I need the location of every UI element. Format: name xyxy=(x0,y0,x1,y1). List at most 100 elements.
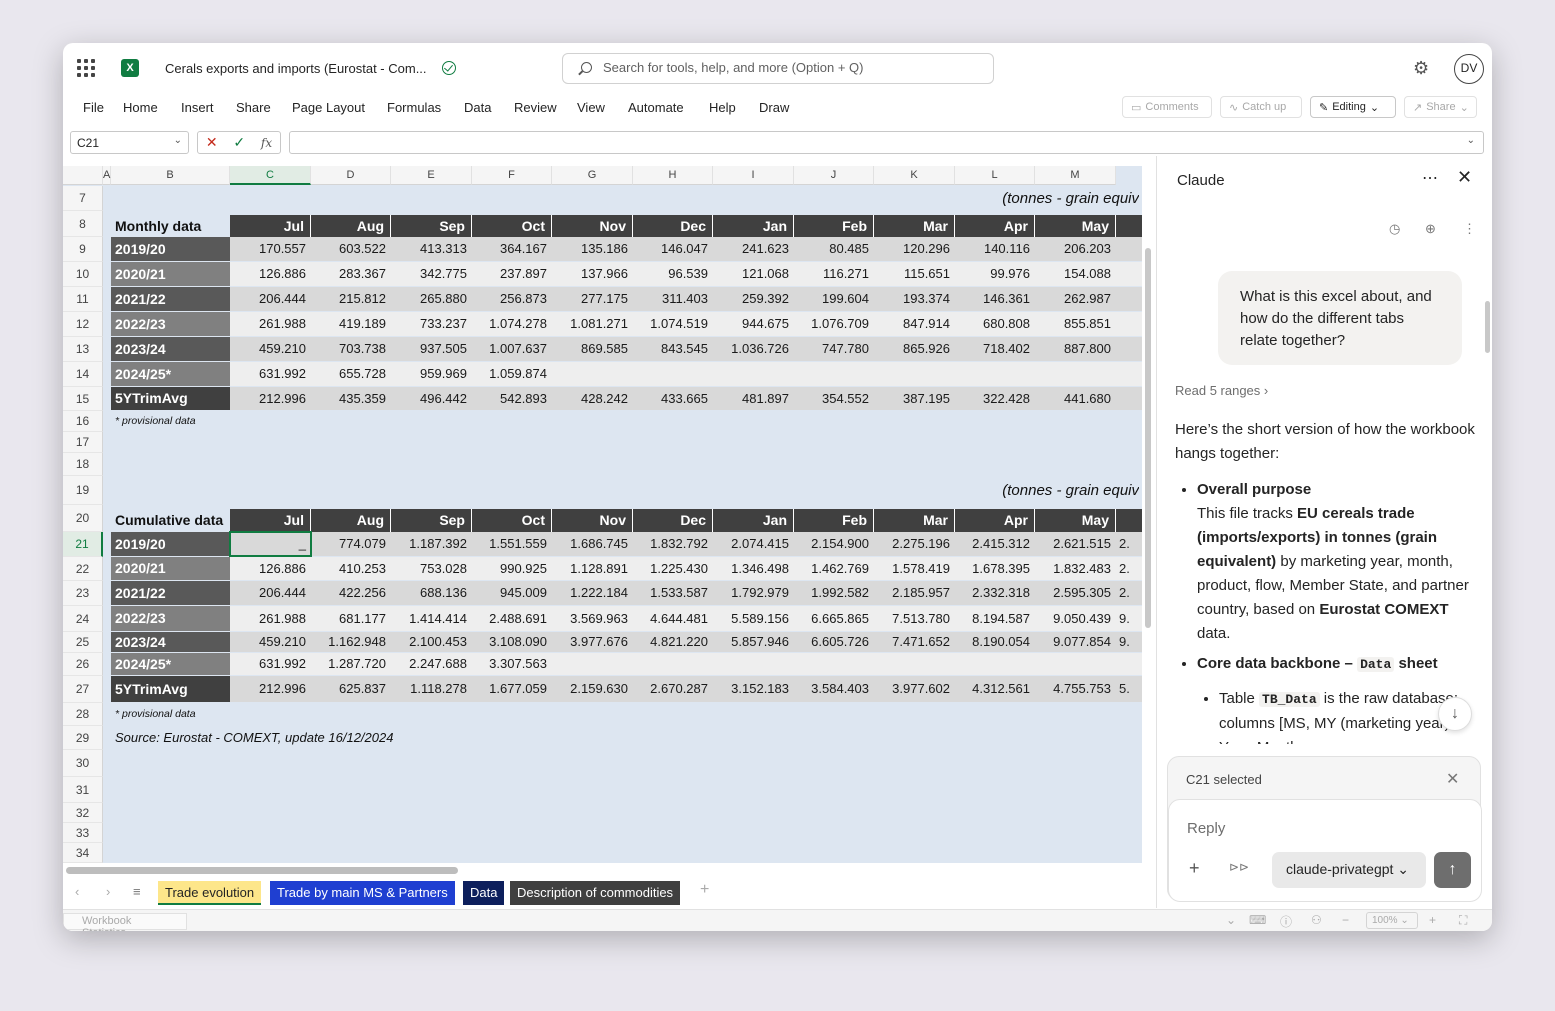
data-cell[interactable]: 1.076.709 xyxy=(794,312,874,336)
row-label[interactable]: 2023/24 xyxy=(111,632,230,652)
menu-page-layout[interactable]: Page Layout xyxy=(292,100,365,115)
row-header-34[interactable]: 34 xyxy=(63,843,103,863)
data-cell[interactable]: 2.488.691 xyxy=(472,606,552,631)
data-cell[interactable]: 428.242 xyxy=(552,387,633,410)
data-cell[interactable]: 126.886 xyxy=(230,262,311,286)
data-cell[interactable]: 241.623 xyxy=(713,237,794,261)
data-cell[interactable]: 3.307.563 xyxy=(472,653,552,675)
cancel-icon[interactable]: ✕ xyxy=(206,134,218,151)
row-header-12[interactable]: 12 xyxy=(63,312,103,337)
data-cell[interactable]: 2.415.312 xyxy=(955,532,1035,556)
data-cell[interactable]: 1.551.559 xyxy=(472,532,552,556)
function-icon[interactable]: fx xyxy=(261,136,272,150)
row-header-14[interactable]: 14 xyxy=(63,362,103,387)
tab-trade-evolution[interactable]: Trade evolution xyxy=(158,881,262,905)
row-label[interactable]: 2020/21 xyxy=(111,262,230,286)
row-header-16[interactable]: 16 xyxy=(63,411,103,432)
data-cell[interactable]: 1.346.498 xyxy=(713,557,794,580)
data-cell[interactable]: 206.444 xyxy=(230,287,311,311)
data-cell[interactable]: 887.800 xyxy=(1035,337,1116,361)
menu-view[interactable]: View xyxy=(577,100,605,115)
data-cell[interactable]: 1.128.891 xyxy=(552,557,633,580)
data-cell[interactable]: 865.926 xyxy=(874,337,955,361)
data-cell[interactable]: 277.175 xyxy=(552,287,633,311)
data-cell[interactable]: 2.247.688 xyxy=(391,653,472,675)
data-cell[interactable]: 6.605.726 xyxy=(794,632,874,652)
all-sheets-icon[interactable]: ≡ xyxy=(133,884,141,899)
workbook-statistics[interactable]: Workbook Statistics xyxy=(63,913,187,931)
row-header-10[interactable]: 10 xyxy=(63,262,103,287)
row-header-30[interactable]: 30 xyxy=(63,750,103,777)
data-cell[interactable]: 154.088 xyxy=(1035,262,1116,286)
data-cell[interactable]: 1.074.278 xyxy=(472,312,552,336)
row-header-32[interactable]: 32 xyxy=(63,803,103,823)
editing-mode-button[interactable]: ✎ Editing ⌄ xyxy=(1310,96,1396,118)
data-cell[interactable]: 718.402 xyxy=(955,337,1035,361)
menu-home[interactable]: Home xyxy=(123,100,158,115)
data-cell[interactable]: 419.189 xyxy=(311,312,391,336)
row-header-17[interactable]: 17 xyxy=(63,432,103,453)
data-cell[interactable]: 146.047 xyxy=(633,237,713,261)
data-cell[interactable]: 1.578.419 xyxy=(874,557,955,580)
plus-icon[interactable]: + xyxy=(1189,858,1200,879)
data-cell[interactable]: 212.996 xyxy=(230,387,311,410)
data-cell[interactable]: 4.644.481 xyxy=(633,606,713,631)
close-icon[interactable]: ✕ xyxy=(1446,769,1459,789)
data-cell[interactable] xyxy=(794,653,874,675)
data-cell[interactable]: 847.914 xyxy=(874,312,955,336)
data-cell[interactable] xyxy=(874,653,955,675)
data-cell[interactable]: 1.832.792 xyxy=(633,532,713,556)
data-cell[interactable]: 3.569.963 xyxy=(552,606,633,631)
column-header-h[interactable]: H xyxy=(633,166,713,185)
data-cell[interactable]: 1.036.726 xyxy=(713,337,794,361)
data-cell[interactable]: 753.028 xyxy=(391,557,472,580)
row-header-23[interactable]: 23 xyxy=(63,581,103,606)
data-cell[interactable]: 4.755.753 xyxy=(1035,676,1116,702)
row-label[interactable]: 2022/23 xyxy=(111,606,230,631)
data-cell[interactable] xyxy=(1035,653,1116,675)
data-cell[interactable]: 1.992.582 xyxy=(794,581,874,605)
data-cell[interactable]: 1.118.278 xyxy=(391,676,472,702)
chevron-right-icon[interactable]: › xyxy=(106,884,110,899)
data-cell[interactable]: 261.988 xyxy=(230,312,311,336)
data-cell[interactable]: 496.442 xyxy=(391,387,472,410)
more-options-icon[interactable]: ⋯ xyxy=(1422,168,1439,188)
row-header-11[interactable]: 11 xyxy=(63,287,103,312)
data-cell[interactable]: 6.665.865 xyxy=(794,606,874,631)
help-icon[interactable]: ⓘ xyxy=(1280,913,1292,930)
name-box[interactable]: C21 ⌄ xyxy=(70,131,189,154)
read-ranges-link[interactable]: Read 5 ranges › xyxy=(1175,383,1268,398)
data-cell[interactable]: 1.162.948 xyxy=(311,632,391,652)
data-cell[interactable]: 459.210 xyxy=(230,337,311,361)
row-label[interactable]: 2022/23 xyxy=(111,312,230,336)
data-cell[interactable]: 688.136 xyxy=(391,581,472,605)
data-cell[interactable]: 2.154.900 xyxy=(794,532,874,556)
reply-input[interactable] xyxy=(1187,820,1457,837)
fast-forward-icon[interactable]: ⊳⊳ xyxy=(1229,860,1249,874)
menu-review[interactable]: Review xyxy=(514,100,557,115)
tab-trade-by-main-ms-partners[interactable]: Trade by main MS & Partners xyxy=(270,881,455,905)
menu-automate[interactable]: Automate xyxy=(628,100,684,115)
data-cell[interactable] xyxy=(552,653,633,675)
data-cell-overflow[interactable] xyxy=(1119,653,1142,675)
search-input[interactable] xyxy=(603,60,983,75)
row-header-27[interactable]: 27 xyxy=(63,676,103,703)
data-cell[interactable]: 774.079 xyxy=(311,532,391,556)
data-cell[interactable]: 1.222.184 xyxy=(552,581,633,605)
data-cell-overflow[interactable]: 5. xyxy=(1119,676,1142,702)
column-header-d[interactable]: D xyxy=(311,166,391,185)
data-cell[interactable]: 342.775 xyxy=(391,262,472,286)
row-header-24[interactable]: 24 xyxy=(63,606,103,632)
data-cell[interactable]: 9.050.439 xyxy=(1035,606,1116,631)
row-label[interactable]: 2023/24 xyxy=(111,337,230,361)
fullscreen-icon[interactable]: ⛶ xyxy=(1459,913,1467,928)
data-cell[interactable]: 7.513.780 xyxy=(874,606,955,631)
data-cell[interactable]: 733.237 xyxy=(391,312,472,336)
menu-help[interactable]: Help xyxy=(709,100,736,115)
data-cell[interactable]: 387.195 xyxy=(874,387,955,410)
data-cell[interactable]: 237.897 xyxy=(472,262,552,286)
data-cell[interactable]: 625.837 xyxy=(311,676,391,702)
column-header-c[interactable]: C xyxy=(230,166,311,185)
row-label[interactable]: 2024/25* xyxy=(111,362,230,386)
row-header-28[interactable]: 28 xyxy=(63,703,103,726)
